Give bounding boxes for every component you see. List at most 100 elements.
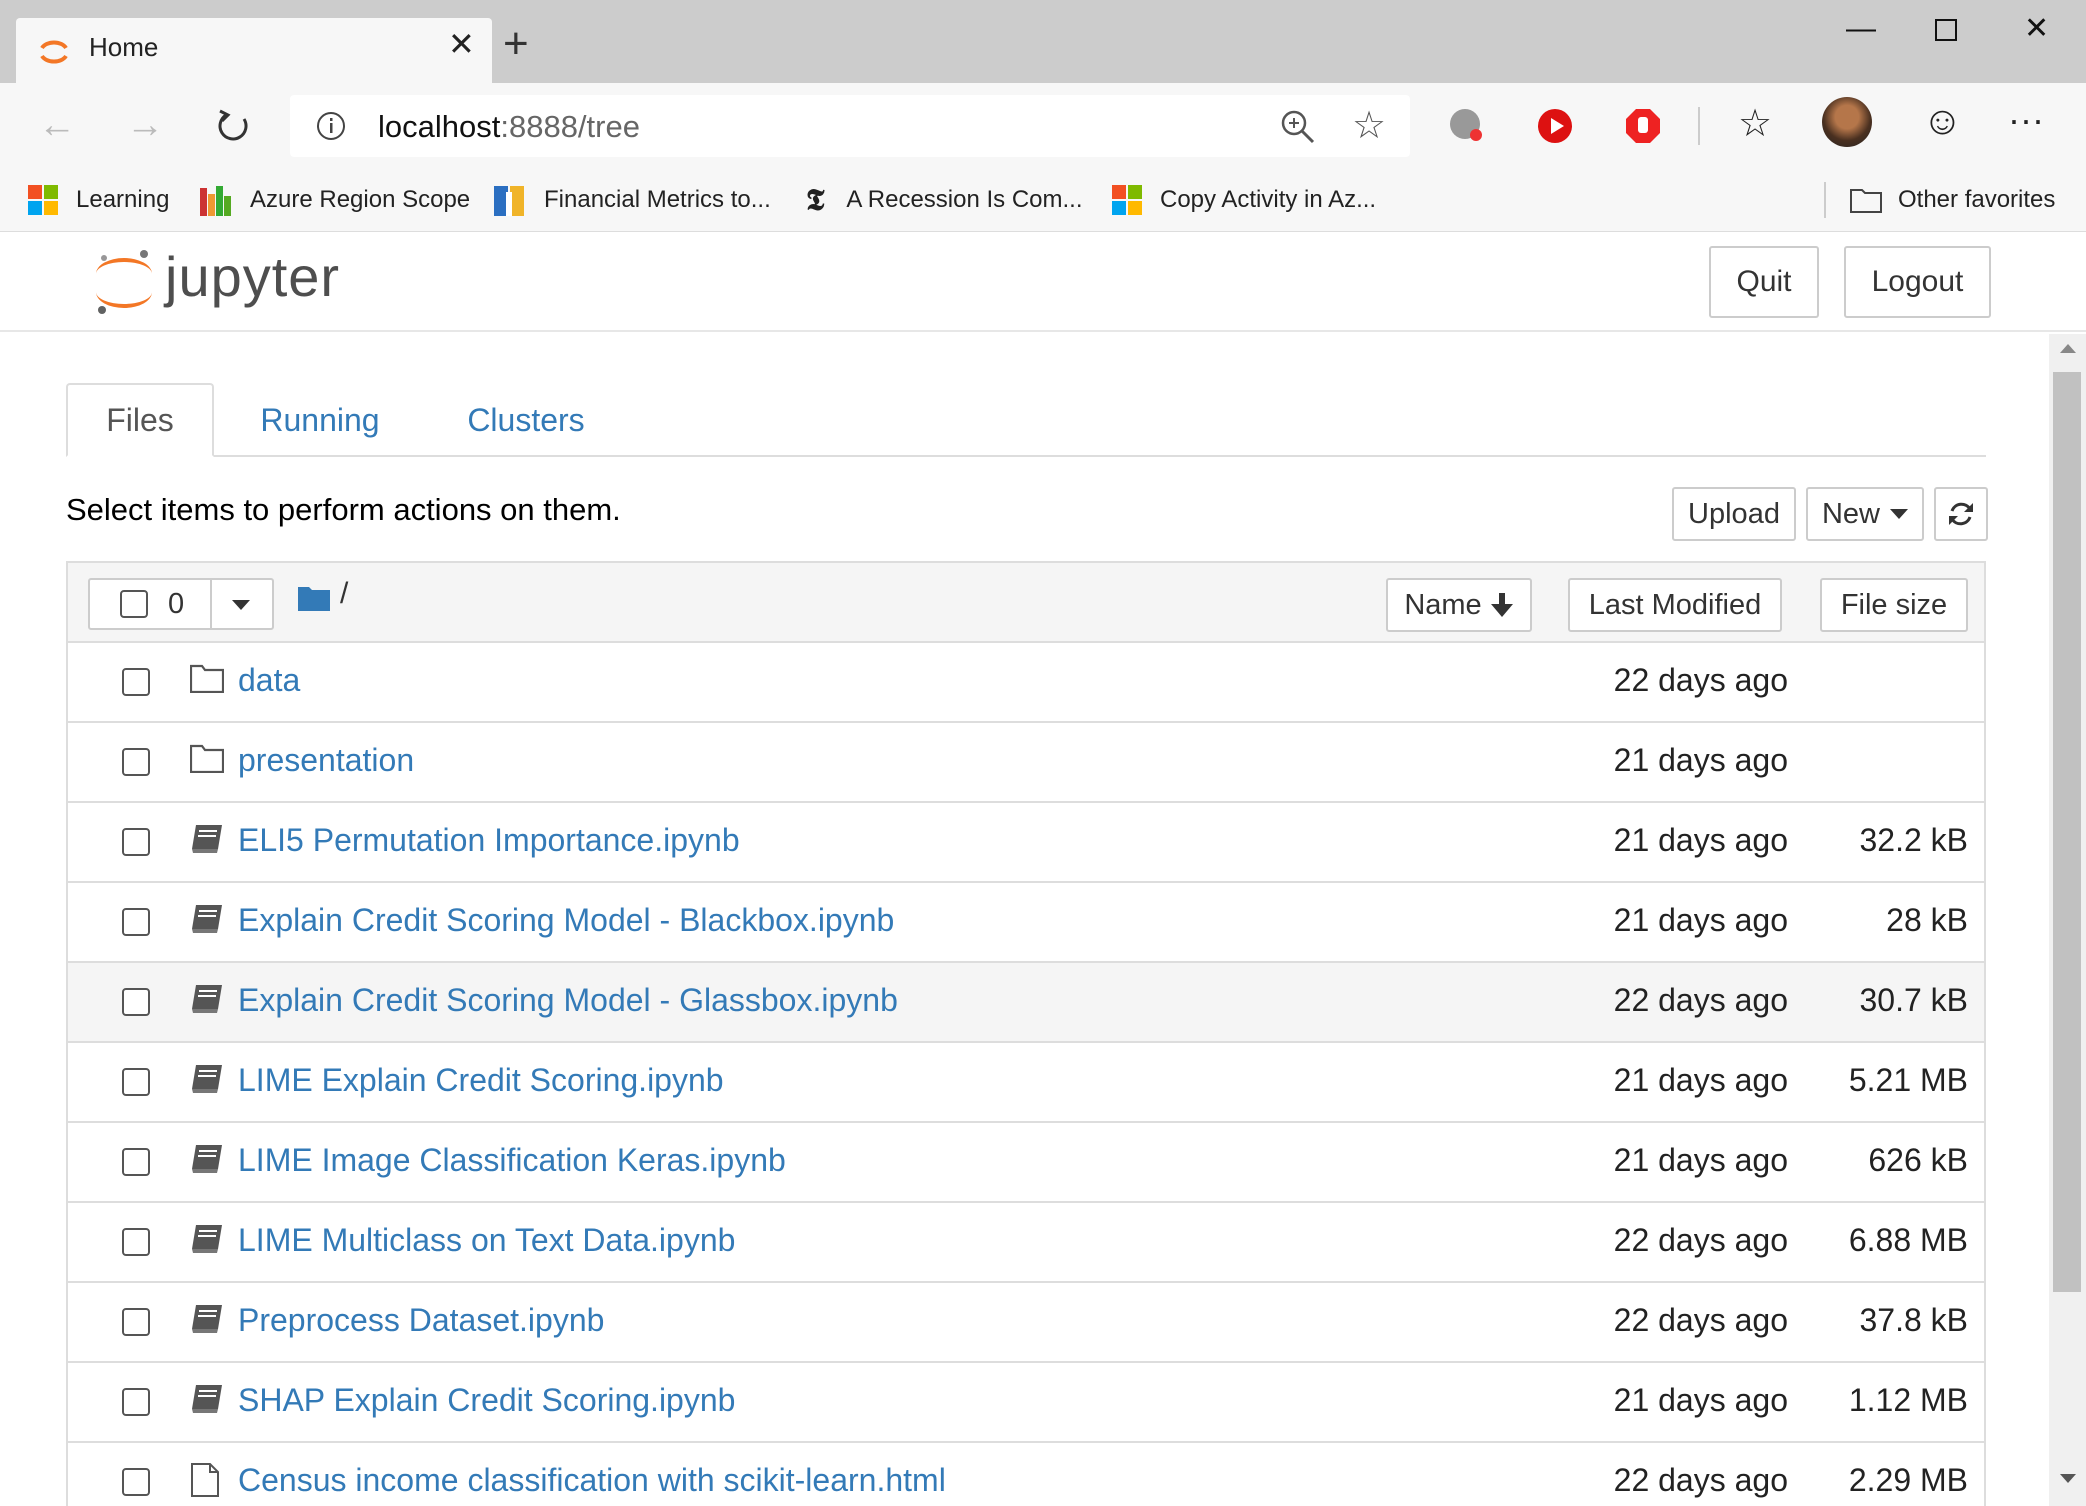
file-list-header: 0 / Name Last Modified File size bbox=[68, 563, 1984, 643]
jupyter-favicon-icon bbox=[40, 40, 68, 64]
bookmark-label: Financial Metrics to... bbox=[544, 186, 771, 213]
select-all-checkbox[interactable] bbox=[120, 590, 148, 618]
file-name-link[interactable]: Explain Credit Scoring Model - Blackbox.… bbox=[238, 902, 894, 939]
bookmark-copy-activity[interactable]: Copy Activity in Az... bbox=[1112, 180, 1376, 220]
file-row[interactable]: Preprocess Dataset.ipynb 22 days ago 37.8 … bbox=[68, 1283, 1984, 1363]
row-checkbox[interactable] bbox=[122, 1308, 150, 1336]
logout-button[interactable]: Logout bbox=[1844, 246, 1991, 318]
folder-icon bbox=[1850, 189, 1882, 213]
bookmark-recession[interactable]: 𝕿 A Recession Is Com... bbox=[806, 180, 1083, 220]
row-checkbox[interactable] bbox=[122, 908, 150, 936]
file-size: 2.29 MB bbox=[1848, 1462, 1968, 1498]
close-tab-icon[interactable]: ✕ bbox=[448, 28, 475, 60]
forward-icon[interactable]: → bbox=[126, 105, 164, 145]
url-text: localhost:8888/tree bbox=[378, 109, 640, 145]
select-all-control[interactable]: 0 bbox=[88, 578, 274, 630]
file-row[interactable]: SHAP Explain Credit Scoring.ipynb 21 days… bbox=[68, 1363, 1984, 1443]
jupyter-wordmark[interactable]: jupyter bbox=[165, 244, 340, 309]
select-dropdown[interactable] bbox=[210, 580, 272, 628]
bookmark-financial-metrics[interactable]: Financial Metrics to... bbox=[494, 180, 771, 220]
row-checkbox[interactable] bbox=[122, 668, 150, 696]
row-checkbox[interactable] bbox=[122, 1068, 150, 1096]
file-name-link[interactable]: data bbox=[238, 662, 300, 699]
file-name-link[interactable]: presentation bbox=[238, 742, 414, 779]
nytimes-icon: 𝕿 bbox=[806, 182, 825, 218]
adblock-icon[interactable] bbox=[1624, 107, 1662, 145]
info-icon[interactable] bbox=[316, 111, 346, 141]
sort-by-modified-button[interactable]: Last Modified bbox=[1568, 578, 1782, 632]
row-checkbox[interactable] bbox=[122, 748, 150, 776]
row-checkbox[interactable] bbox=[122, 1228, 150, 1256]
file-modified: 22 days ago bbox=[1613, 1222, 1788, 1258]
new-dropdown-button[interactable]: New bbox=[1806, 487, 1924, 541]
zoom-icon[interactable] bbox=[1280, 109, 1316, 145]
feedback-smiley-icon[interactable]: ☺ bbox=[1922, 99, 1963, 144]
folder-icon bbox=[189, 743, 225, 777]
video-extension-icon[interactable] bbox=[1536, 107, 1574, 145]
tab-files[interactable]: Files bbox=[66, 383, 214, 457]
quit-button[interactable]: Quit bbox=[1709, 246, 1819, 318]
back-icon[interactable]: ← bbox=[38, 105, 76, 145]
browser-tab[interactable]: Home ✕ bbox=[16, 18, 492, 83]
maximize-icon[interactable] bbox=[1934, 18, 1958, 42]
file-row[interactable]: LIME Image Classification Keras.ipynb 21 … bbox=[68, 1123, 1984, 1203]
folder-icon[interactable] bbox=[298, 585, 330, 611]
row-checkbox[interactable] bbox=[122, 1148, 150, 1176]
breadcrumb-root[interactable]: / bbox=[340, 577, 348, 611]
file-row[interactable]: Census income classification with scikit… bbox=[68, 1443, 1984, 1506]
file-row[interactable]: Explain Credit Scoring Model - Blackbox.… bbox=[68, 883, 1984, 963]
tab-running[interactable]: Running bbox=[232, 383, 408, 457]
file-modified: 21 days ago bbox=[1613, 1142, 1788, 1178]
file-row[interactable]: LIME Multiclass on Text Data.ipynb 22 day… bbox=[68, 1203, 1984, 1283]
url-host: localhost bbox=[378, 109, 501, 144]
notebook-icon bbox=[190, 903, 224, 937]
extension-disabled-icon[interactable] bbox=[1448, 107, 1484, 143]
favorite-star-icon[interactable]: ☆ bbox=[1352, 103, 1386, 148]
row-checkbox[interactable] bbox=[122, 988, 150, 1016]
file-row[interactable]: presentation 21 days ago bbox=[68, 723, 1984, 803]
file-name-link[interactable]: SHAP Explain Credit Scoring.ipynb bbox=[238, 1382, 735, 1419]
new-tab-button[interactable]: + bbox=[503, 22, 529, 66]
jupyter-header: jupyter Quit Logout bbox=[0, 232, 2086, 332]
scrollbar-thumb[interactable] bbox=[2053, 372, 2081, 1292]
notebook-icon bbox=[190, 1143, 224, 1177]
file-name-link[interactable]: LIME Image Classification Keras.ipynb bbox=[238, 1142, 786, 1179]
more-menu-icon[interactable]: ··· bbox=[2008, 99, 2044, 141]
row-checkbox[interactable] bbox=[122, 1468, 150, 1496]
refresh-list-button[interactable] bbox=[1934, 487, 1988, 541]
address-bar[interactable]: localhost:8888/tree ☆ bbox=[290, 95, 1410, 157]
microsoft-icon bbox=[28, 185, 58, 215]
file-name-link[interactable]: LIME Multiclass on Text Data.ipynb bbox=[238, 1222, 735, 1259]
file-name-link[interactable]: Explain Credit Scoring Model - Glassbox.… bbox=[238, 982, 898, 1019]
other-favorites[interactable]: Other favorites bbox=[1850, 180, 2055, 220]
file-row[interactable]: LIME Explain Credit Scoring.ipynb 21 days… bbox=[68, 1043, 1984, 1123]
bookmark-label: Learning bbox=[76, 186, 170, 213]
refresh-icon[interactable] bbox=[214, 107, 252, 145]
upload-button[interactable]: Upload bbox=[1672, 487, 1796, 541]
file-row[interactable]: ELI5 Permutation Importance.ipynb 21 days… bbox=[68, 803, 1984, 883]
sort-by-size-button[interactable]: File size bbox=[1820, 578, 1968, 632]
row-checkbox[interactable] bbox=[122, 1388, 150, 1416]
file-name-link[interactable]: Preprocess Dataset.ipynb bbox=[238, 1302, 604, 1339]
row-checkbox[interactable] bbox=[122, 828, 150, 856]
sort-by-name-button[interactable]: Name bbox=[1386, 578, 1532, 632]
profile-avatar[interactable] bbox=[1822, 97, 1872, 147]
file-modified: 21 days ago bbox=[1613, 1382, 1788, 1418]
sort-name-label: Name bbox=[1404, 588, 1482, 621]
file-row[interactable]: Explain Credit Scoring Model - Glassbox.… bbox=[68, 963, 1984, 1043]
minimize-icon[interactable]: — bbox=[1846, 14, 1876, 44]
scroll-up-arrow-icon[interactable] bbox=[2060, 344, 2076, 353]
file-name-link[interactable]: LIME Explain Credit Scoring.ipynb bbox=[238, 1062, 724, 1099]
jupyter-logo-icon[interactable] bbox=[92, 246, 156, 318]
caret-down-icon bbox=[232, 600, 250, 610]
file-row[interactable]: data 22 days ago bbox=[68, 643, 1984, 723]
file-name-link[interactable]: ELI5 Permutation Importance.ipynb bbox=[238, 822, 740, 859]
bookmark-azure-region[interactable]: Azure Region Scope bbox=[200, 180, 470, 220]
close-window-icon[interactable]: ✕ bbox=[2024, 14, 2049, 44]
browser-titlebar: Home ✕ + — ✕ bbox=[0, 0, 2086, 83]
bookmark-learning[interactable]: Learning bbox=[28, 180, 169, 220]
tab-clusters[interactable]: Clusters bbox=[438, 383, 614, 457]
file-name-link[interactable]: Census income classification with scikit… bbox=[238, 1462, 946, 1499]
favorites-icon[interactable]: ☆ bbox=[1738, 101, 1772, 146]
scroll-down-arrow-icon[interactable] bbox=[2060, 1474, 2076, 1483]
